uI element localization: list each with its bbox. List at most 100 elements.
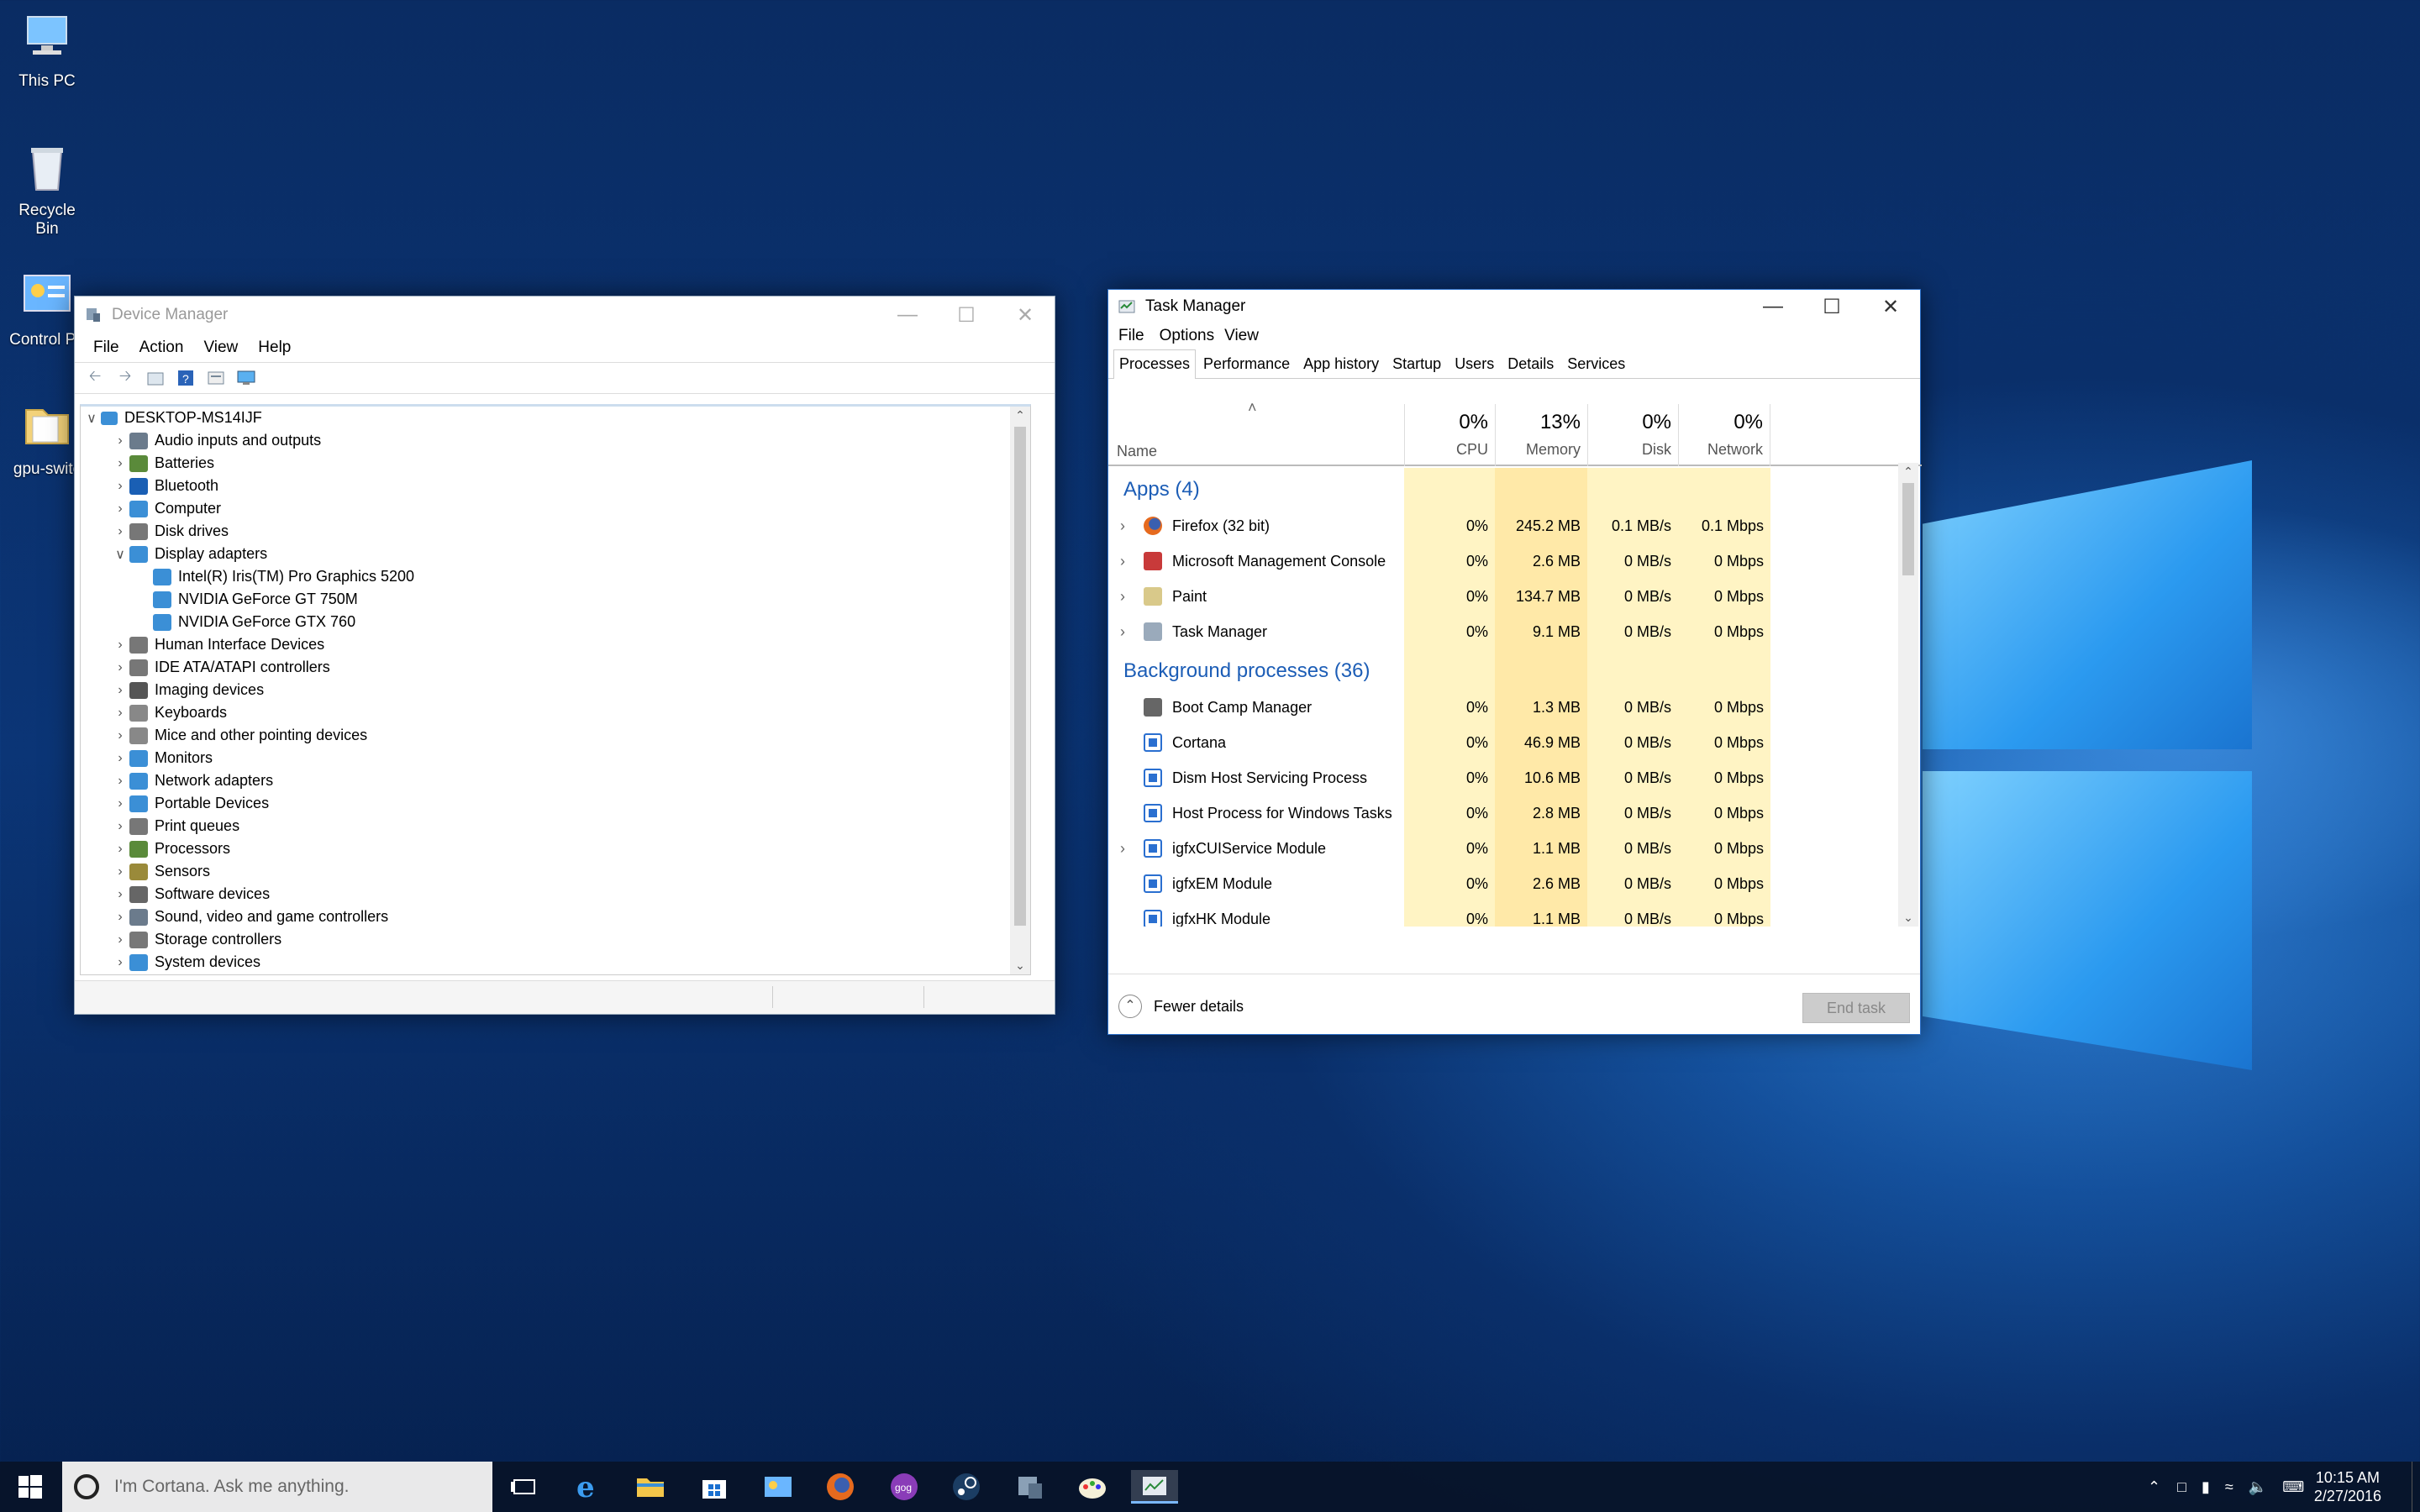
expand-arrow-icon[interactable]: ›	[1120, 508, 1125, 543]
tree-node[interactable]: › Mice and other pointing devices	[81, 724, 1030, 747]
chevron-up-icon[interactable]: ⌃	[2148, 1478, 2160, 1496]
expand-arrow-icon[interactable]: ›	[111, 456, 129, 471]
firefox-icon[interactable]	[823, 1470, 857, 1504]
tree-node-child[interactable]: NVIDIA GeForce GT 750M	[81, 588, 1030, 611]
column-name[interactable]: Name	[1117, 443, 1157, 460]
expand-arrow-icon[interactable]: ›	[111, 910, 129, 925]
column-memory[interactable]: 13% Memory	[1495, 404, 1587, 466]
clock[interactable]: 10:15 AM 2/27/2016	[2314, 1468, 2381, 1505]
scroll-thumb[interactable]	[1014, 427, 1026, 926]
column-disk[interactable]: 0% Disk	[1587, 404, 1678, 466]
menu-view[interactable]: View	[193, 339, 248, 357]
process-row[interactable]: 0% 2.8 MB 0 MB/s 0 Mbps Host Process for Win…	[1108, 795, 1922, 831]
tree-node[interactable]: › Portable Devices	[81, 792, 1030, 815]
process-row[interactable]: 0% 2.6 MB 0 MB/s 0 Mbps › Microsoft Managemen…	[1108, 543, 1922, 579]
menu-help[interactable]: Help	[248, 339, 301, 357]
steam-icon[interactable]	[950, 1470, 983, 1504]
tree-node[interactable]: › System devices	[81, 951, 1030, 974]
tree-node[interactable]: › Storage controllers	[81, 928, 1030, 951]
expand-arrow-icon[interactable]: ›	[111, 728, 129, 743]
tree-node[interactable]: › Monitors	[81, 747, 1030, 769]
store-icon[interactable]	[697, 1470, 731, 1504]
tree-root[interactable]: ∨ DESKTOP-MS14IJF	[81, 407, 1030, 429]
minimize-button[interactable]: —	[878, 297, 937, 333]
expand-arrow-icon[interactable]: ›	[111, 479, 129, 494]
expand-arrow-icon[interactable]: ›	[111, 796, 129, 811]
column-cpu[interactable]: 0% CPU	[1404, 404, 1495, 466]
tab-performance[interactable]: Performance	[1197, 349, 1296, 378]
column-network[interactable]: 0% Network	[1678, 404, 1770, 466]
process-row[interactable]: 0% 46.9 MB 0 MB/s 0 Mbps Cortana	[1108, 725, 1922, 760]
menu-view[interactable]: View	[1219, 327, 1264, 345]
process-row[interactable]: 0% 1.3 MB 0 MB/s 0 Mbps Boot Camp Manager	[1108, 690, 1922, 725]
expand-arrow-icon[interactable]: ›	[111, 887, 129, 902]
close-button[interactable]: ✕	[1861, 288, 1920, 325]
scroll-up-icon[interactable]: ⌃	[1010, 408, 1030, 423]
menu-options[interactable]: Options	[1155, 327, 1219, 345]
properties-icon[interactable]	[143, 367, 168, 389]
collapse-arrow-icon[interactable]: ∨	[82, 410, 101, 427]
desktop-icon-recycle-bin[interactable]: Recycle Bin	[5, 139, 89, 239]
tab-services[interactable]: Services	[1561, 349, 1631, 378]
expand-arrow-icon[interactable]: ›	[111, 660, 129, 675]
keyboard-icon[interactable]: ⌨	[2282, 1478, 2304, 1496]
tree-node[interactable]: › Keyboards	[81, 701, 1030, 724]
expand-arrow-icon[interactable]: ›	[111, 433, 129, 449]
minimize-button[interactable]: —	[1744, 288, 1802, 325]
menu-file[interactable]: File	[1108, 327, 1155, 345]
paint-icon[interactable]	[1076, 1470, 1109, 1504]
tab-users[interactable]: Users	[1449, 349, 1500, 378]
edge-icon[interactable]: e	[571, 1470, 605, 1504]
fewer-details-link[interactable]: ⌃ Fewer details	[1118, 995, 1244, 1018]
tree-node-child[interactable]: NVIDIA GeForce GTX 760	[81, 611, 1030, 633]
collapse-arrow-icon[interactable]: ∨	[111, 546, 129, 563]
process-row[interactable]: 0% 134.7 MB 0 MB/s 0 Mbps › Paint	[1108, 579, 1922, 614]
expand-arrow-icon[interactable]: ›	[111, 751, 129, 766]
device-manager-icon[interactable]	[1013, 1470, 1047, 1504]
tree-node[interactable]: › Computer	[81, 497, 1030, 520]
process-row[interactable]: 0% 2.6 MB 0 MB/s 0 Mbps igfxEM Module	[1108, 866, 1922, 901]
scan-hardware-icon[interactable]	[234, 367, 259, 389]
volume-icon[interactable]: 🔈	[2249, 1478, 2267, 1496]
title-bar[interactable]: Device Manager — ☐ ✕	[75, 297, 1055, 333]
vertical-scrollbar[interactable]: ⌃ ⌄	[1898, 463, 1918, 927]
expand-arrow-icon[interactable]: ›	[111, 683, 129, 698]
show-hidden-icon[interactable]	[203, 367, 229, 389]
cortana-search-box[interactable]: I'm Cortana. Ask me anything.	[62, 1462, 492, 1512]
back-icon[interactable]: 🡠	[82, 367, 108, 389]
tree-node-child[interactable]: Intel(R) Iris(TM) Pro Graphics 5200	[81, 565, 1030, 588]
task-manager-icon[interactable]	[1131, 1470, 1178, 1504]
tree-node[interactable]: › Sound, video and game controllers	[81, 906, 1030, 928]
tree-node[interactable]: › Print queues	[81, 815, 1030, 837]
expand-arrow-icon[interactable]: ›	[1120, 543, 1125, 579]
tree-node[interactable]: › Disk drives	[81, 520, 1030, 543]
process-row[interactable]: 0% 1.1 MB 0 MB/s 0 Mbps igfxHK Module	[1108, 901, 1922, 927]
scroll-up-icon[interactable]: ⌃	[1898, 465, 1918, 479]
menu-action[interactable]: Action	[129, 339, 194, 357]
process-row[interactable]: 0% 10.6 MB 0 MB/s 0 Mbps Dism Host Servicing…	[1108, 760, 1922, 795]
maximize-button[interactable]: ☐	[1802, 288, 1861, 325]
tree-node[interactable]: › Imaging devices	[81, 679, 1030, 701]
tree-node[interactable]: › Network adapters	[81, 769, 1030, 792]
tree-node[interactable]: › Processors	[81, 837, 1030, 860]
task-view-icon[interactable]	[508, 1470, 541, 1504]
show-desktop-button[interactable]	[2412, 1462, 2420, 1512]
tree-node[interactable]: › Software devices	[81, 883, 1030, 906]
tree-node[interactable]: › Bluetooth	[81, 475, 1030, 497]
menu-file[interactable]: File	[83, 339, 129, 357]
expand-arrow-icon[interactable]: ›	[1120, 579, 1125, 614]
expand-arrow-icon[interactable]: ›	[111, 774, 129, 789]
help-icon[interactable]: ?	[173, 367, 198, 389]
tab-startup[interactable]: Startup	[1386, 349, 1447, 378]
tab-details[interactable]: Details	[1502, 349, 1560, 378]
expand-arrow-icon[interactable]: ›	[111, 932, 129, 948]
expand-arrow-icon[interactable]: ›	[111, 501, 129, 517]
gog-galaxy-icon[interactable]: gog	[887, 1470, 921, 1504]
expand-arrow-icon[interactable]: ›	[1120, 831, 1125, 866]
scroll-thumb[interactable]	[1902, 483, 1914, 575]
close-button[interactable]: ✕	[996, 297, 1055, 333]
forward-icon[interactable]: 🡢	[113, 367, 138, 389]
control-panel-icon[interactable]	[761, 1470, 795, 1504]
process-row[interactable]: 0% 1.1 MB 0 MB/s 0 Mbps › igfxCUIService Modu…	[1108, 831, 1922, 866]
tree-node[interactable]: › Human Interface Devices	[81, 633, 1030, 656]
